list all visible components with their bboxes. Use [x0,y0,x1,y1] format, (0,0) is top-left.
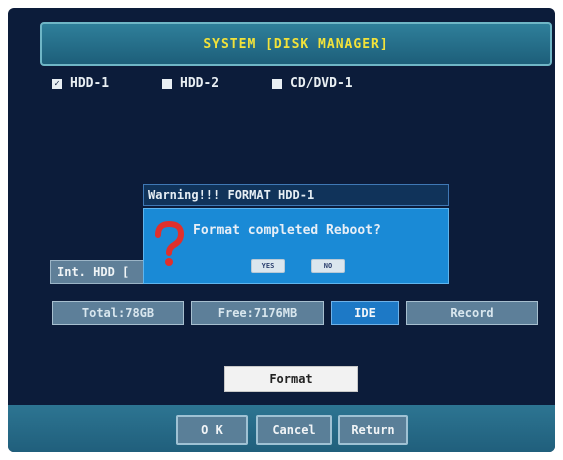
dialog-message: Format completed Reboot? [193,223,381,238]
drive-option-hdd1[interactable]: ✓ HDD-1 [52,76,109,91]
drive-option-cddvd1[interactable]: CD/DVD-1 [272,76,353,91]
total-capacity: Total:78GB [52,301,184,325]
question-mark-icon [155,221,185,266]
drive-label: CD/DVD-1 [290,76,353,91]
checkbox-checked-icon[interactable]: ✓ [52,78,62,89]
checkbox-icon[interactable] [272,78,282,89]
cancel-button[interactable]: Cancel [256,415,332,445]
disk-mode[interactable]: Record [406,301,538,325]
checkbox-icon[interactable] [162,78,172,89]
page-title: SYSTEM [DISK MANAGER] [40,22,552,66]
format-button[interactable]: Format [224,366,358,392]
return-button[interactable]: Return [338,415,408,445]
confirm-dialog: Format completed Reboot? YES NO [143,208,449,284]
dialog-title: Warning!!! FORMAT HDD-1 [143,184,449,206]
interface-type[interactable]: IDE [331,301,399,325]
drive-option-hdd2[interactable]: HDD-2 [162,76,219,91]
ok-button[interactable]: O K [176,415,248,445]
no-button[interactable]: NO [311,259,345,273]
drive-label: HDD-1 [70,76,110,91]
dvr-screen: SYSTEM [DISK MANAGER] ✓ HDD-1 HDD-2 CD/D… [8,8,555,452]
yes-button[interactable]: YES [251,259,285,273]
free-capacity: Free:7176MB [191,301,324,325]
drive-label: HDD-2 [180,76,220,91]
